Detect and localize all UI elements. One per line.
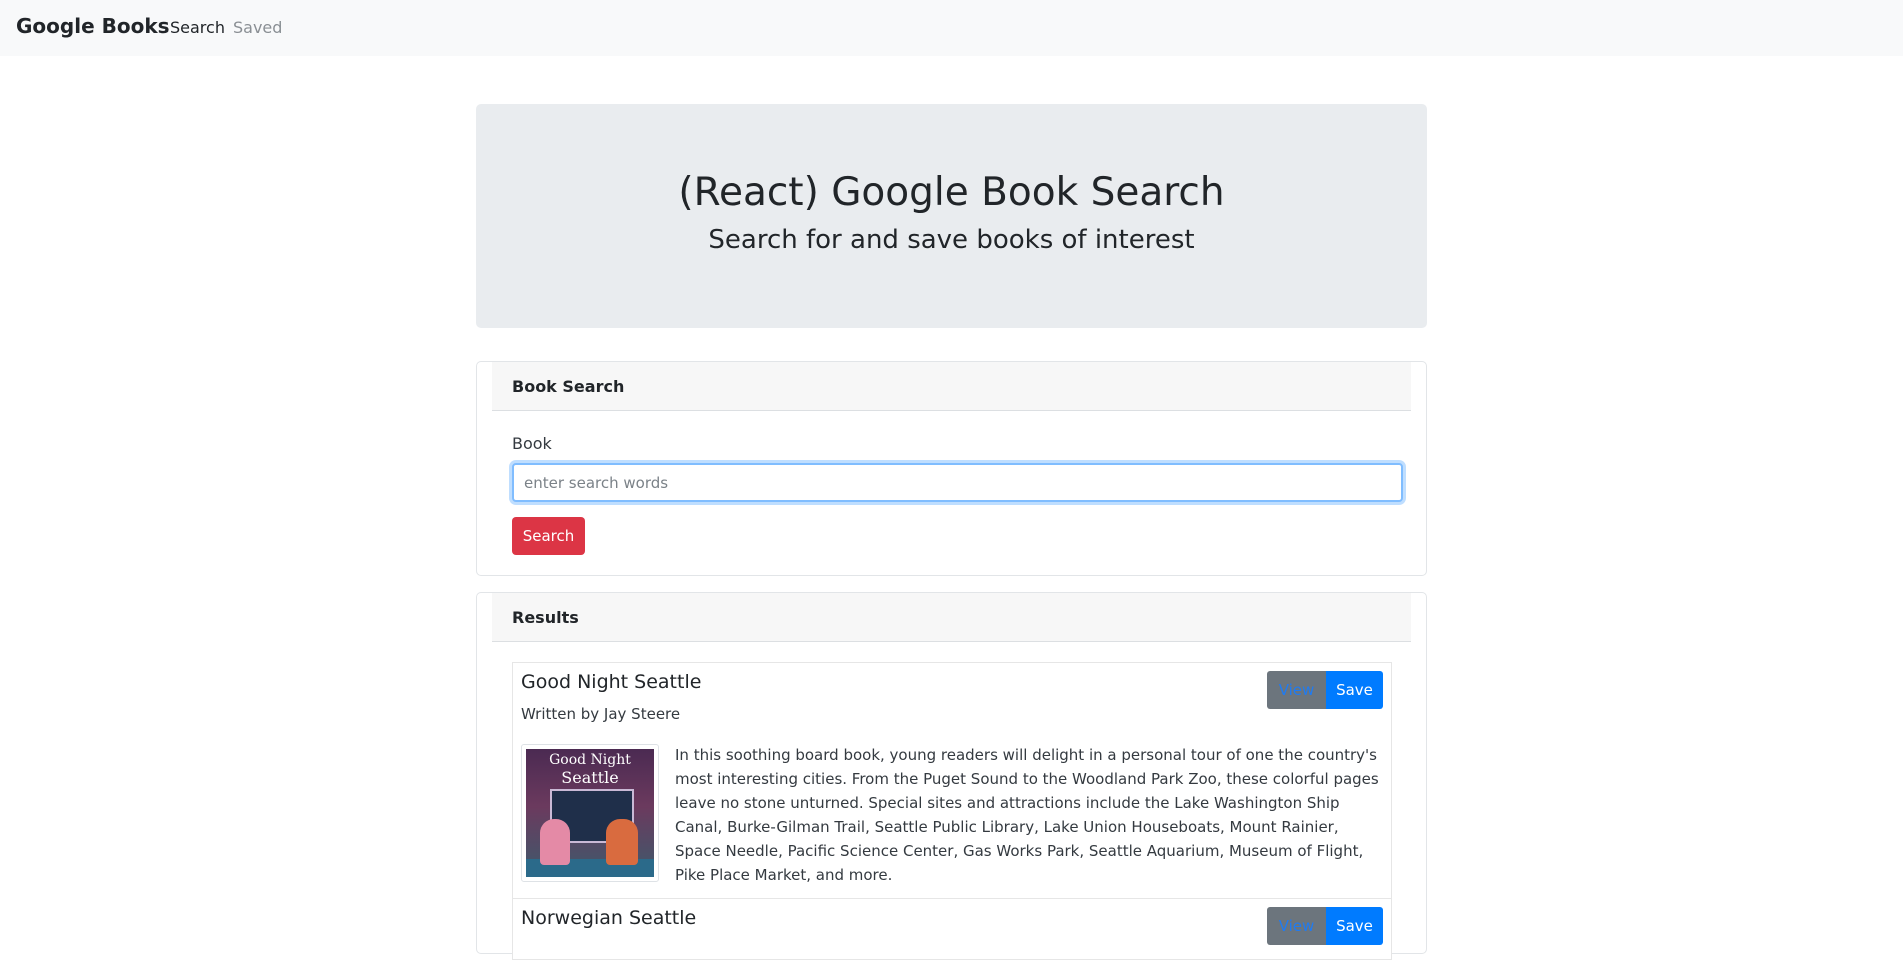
book-title: Norwegian Seattle <box>521 907 697 929</box>
nav-link-search[interactable]: Search <box>170 18 225 37</box>
page-subtitle: Search for and save books of interest <box>708 225 1195 255</box>
book-search-card: Book Search Book Search <box>476 361 1427 576</box>
navbar: Google Books Search Saved <box>0 0 1903 56</box>
nav-link-saved[interactable]: Saved <box>233 18 282 37</box>
navbar-brand[interactable]: Google Books <box>16 14 170 38</box>
book-thumbnail: Good Night Seattle <box>521 744 659 882</box>
search-input[interactable] <box>512 463 1403 502</box>
jumbotron: (React) Google Book Search Search for an… <box>476 104 1427 328</box>
book-search-header-title: Book Search <box>512 377 625 396</box>
book-result-item: Good Night Seattle View Save Written by … <box>512 662 1392 900</box>
cover-child-art <box>606 819 638 865</box>
results-header: Results <box>492 593 1411 642</box>
book-result-item: Norwegian Seattle View Save <box>512 898 1392 960</box>
book-cover-image: Good Night Seattle <box>526 749 654 877</box>
view-button[interactable]: View <box>1267 907 1326 945</box>
page-title: (React) Google Book Search <box>678 170 1225 215</box>
cover-title-line1: Good Night <box>549 752 631 768</box>
cover-title-line2: Seattle <box>561 768 619 787</box>
book-field-label: Book <box>512 434 552 453</box>
save-button[interactable]: Save <box>1326 671 1383 709</box>
save-button[interactable]: Save <box>1326 907 1383 945</box>
view-button[interactable]: View <box>1267 671 1326 709</box>
cover-child-art <box>540 819 570 865</box>
results-header-title: Results <box>512 608 579 627</box>
book-description: In this soothing board book, young reade… <box>675 746 1379 884</box>
book-title: Good Night Seattle <box>521 671 702 693</box>
book-search-header: Book Search <box>492 362 1411 411</box>
results-card: Results Good Night Seattle View Save Wri… <box>476 592 1427 960</box>
search-button[interactable]: Search <box>512 517 585 555</box>
book-author: Written by Jay Steere <box>521 705 681 723</box>
